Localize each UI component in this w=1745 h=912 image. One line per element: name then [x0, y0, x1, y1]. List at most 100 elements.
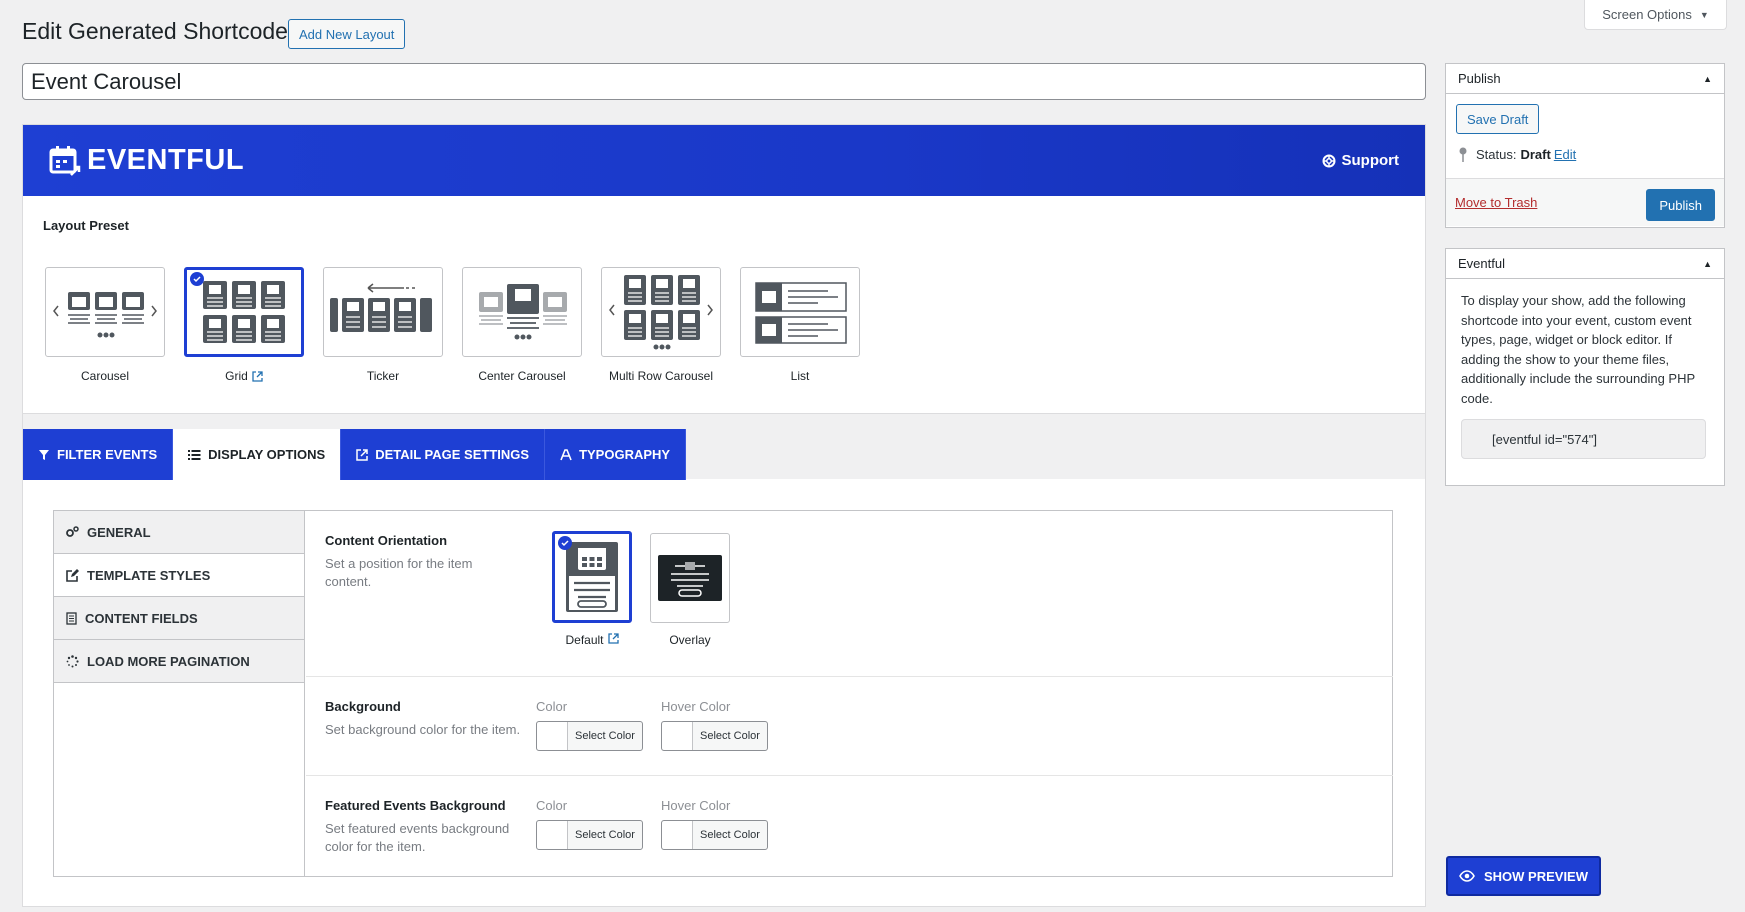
preset-carousel[interactable]: Carousel: [45, 267, 165, 383]
select-color-label: Select Color: [700, 730, 760, 742]
filter-icon: [39, 449, 49, 460]
preset-name: Carousel: [80, 369, 130, 383]
shortcode-title-input[interactable]: Event Carousel: [22, 63, 1426, 100]
subnav-label: TEMPLATE STYLES: [87, 567, 211, 583]
tab-detail-page-settings[interactable]: DETAIL PAGE SETTINGS: [341, 429, 546, 480]
tab-filter-events[interactable]: FILTER EVENTS: [23, 429, 174, 480]
background-description: Set background color for the item.: [325, 722, 521, 737]
preset-list[interactable]: List: [740, 267, 860, 383]
save-draft-button[interactable]: Save Draft: [1456, 104, 1540, 134]
list-icon: [188, 449, 201, 460]
featured-hover-color-picker[interactable]: Select Color: [661, 820, 768, 850]
ticker-layout-icon: [330, 283, 432, 332]
eventful-box-header[interactable]: Eventful ▲: [1446, 249, 1724, 279]
featured-background-row: Featured Events Background Set featured …: [306, 776, 1393, 877]
select-color-label: Select Color: [575, 730, 635, 742]
publish-button[interactable]: Publish: [1646, 189, 1715, 221]
color-label: Color: [536, 699, 568, 714]
color-swatch: [537, 821, 568, 849]
color-swatch: [662, 722, 693, 750]
subnav-template-styles[interactable]: TEMPLATE STYLES: [54, 554, 304, 597]
content-orientation-description: Set a position for the item content.: [325, 556, 473, 589]
edit-icon: [66, 568, 79, 582]
tab-typography[interactable]: TYPOGRAPHY: [545, 429, 687, 480]
gears-icon: [66, 526, 79, 537]
lifebuoy-icon: [1322, 154, 1335, 167]
support-link[interactable]: Support: [1322, 152, 1400, 169]
background-row: Background Set background color for the …: [306, 677, 1393, 776]
edit-status-link[interactable]: Edit: [1554, 147, 1576, 162]
preset-thumb: [601, 267, 721, 357]
eventful-box-title: Eventful: [1458, 256, 1505, 271]
color-swatch: [662, 821, 693, 849]
support-label: Support: [1341, 152, 1400, 169]
list-layout-icon: [755, 282, 847, 344]
post-status: Status: Draft Edit: [1458, 147, 1576, 162]
shortcode-field[interactable]: [eventful id="574"]: [1461, 419, 1706, 459]
external-link-icon[interactable]: [252, 370, 263, 382]
preset-name: Ticker: [366, 369, 400, 383]
shortcode-editor-panel: EVENTFUL Support Layout Preset Carousel …: [22, 124, 1426, 907]
publish-box-title: Publish: [1458, 71, 1501, 86]
subnav-general[interactable]: GENERAL: [54, 511, 304, 554]
typography-icon: [560, 448, 572, 460]
preset-name: Grid: [225, 369, 248, 383]
subnav-label: GENERAL: [87, 524, 151, 540]
tab-display-options[interactable]: DISPLAY OPTIONS: [173, 429, 342, 480]
shortcode-instructions: To display your show, add the following …: [1461, 293, 1695, 406]
settings-tabs-bar: FILTER EVENTS DISPLAY OPTIONS DETAIL PAG…: [23, 413, 1425, 480]
preset-multi-row-carousel[interactable]: Multi Row Carousel: [601, 267, 721, 383]
subnav-load-more-pagination[interactable]: LOAD MORE PAGINATION: [54, 640, 304, 683]
overlay-orientation-icon: [658, 555, 722, 601]
external-link-icon[interactable]: [607, 633, 619, 644]
brand-name: EVENTFUL: [87, 144, 245, 176]
show-preview-button[interactable]: SHOW PREVIEW: [1446, 856, 1601, 896]
preset-center-carousel[interactable]: Center Carousel: [462, 267, 582, 383]
add-new-layout-button[interactable]: Add New Layout: [288, 19, 406, 49]
tab-label: TYPOGRAPHY: [579, 447, 671, 462]
subnav-content-fields[interactable]: CONTENT FIELDS: [54, 597, 304, 640]
background-hover-color-picker[interactable]: Select Color: [661, 721, 768, 751]
orientation-name: Default: [565, 633, 604, 647]
orientation-default[interactable]: Default: [552, 531, 632, 647]
publish-actions: Move to Trash Publish: [1446, 178, 1724, 226]
background-color-picker[interactable]: Select Color: [536, 721, 643, 751]
content-orientation-title: Content Orientation: [325, 533, 448, 548]
document-icon: [66, 611, 77, 625]
check-icon: [558, 536, 572, 550]
brand-logo: EVENTFUL: [49, 144, 244, 177]
hover-color-label: Hover Color: [661, 699, 731, 714]
display-options-subnav: GENERAL TEMPLATE STYLES CONTENT FIELDS L…: [54, 511, 305, 876]
pin-icon: [1459, 147, 1467, 162]
status-value: Draft: [1520, 147, 1551, 162]
publish-box-header[interactable]: Publish ▲: [1446, 64, 1724, 94]
featured-background-description: Set featured events background color for…: [325, 821, 510, 854]
eye-icon: [1459, 870, 1475, 882]
content-orientation-row: Content Orientation Set a position for t…: [306, 511, 1393, 677]
preset-ticker[interactable]: Ticker: [323, 267, 443, 383]
preset-thumb: [45, 267, 165, 357]
featured-color-picker[interactable]: Select Color: [536, 820, 643, 850]
carousel-layout-icon: [53, 292, 157, 338]
caret-down-icon: ▼: [1699, 9, 1709, 20]
preset-thumb: [740, 267, 860, 357]
external-link-icon: [356, 448, 368, 461]
screen-options-button[interactable]: Screen Options ▼: [1584, 0, 1727, 30]
hover-color-label: Hover Color: [661, 798, 731, 813]
move-to-trash-link[interactable]: Move to Trash: [1455, 195, 1537, 210]
orientation-overlay[interactable]: Overlay: [650, 533, 730, 647]
caret-up-icon[interactable]: ▲: [1703, 74, 1712, 84]
multi-row-carousel-layout-icon: [609, 275, 713, 350]
preset-grid[interactable]: Grid: [184, 267, 304, 383]
orientation-thumb: [552, 531, 632, 623]
select-color-label: Select Color: [575, 829, 635, 841]
tab-label: DETAIL PAGE SETTINGS: [375, 447, 530, 462]
subnav-label: CONTENT FIELDS: [85, 610, 198, 626]
default-orientation-icon: [566, 542, 618, 612]
grid-layout-icon: [203, 281, 285, 343]
preset-thumb: [323, 267, 443, 357]
publish-box: Publish ▲ Save Draft Status: Draft Edit …: [1445, 63, 1725, 228]
preset-name: Center Carousel: [478, 369, 566, 383]
caret-up-icon[interactable]: ▲: [1703, 259, 1712, 269]
preset-name: Multi Row Carousel: [608, 369, 714, 383]
